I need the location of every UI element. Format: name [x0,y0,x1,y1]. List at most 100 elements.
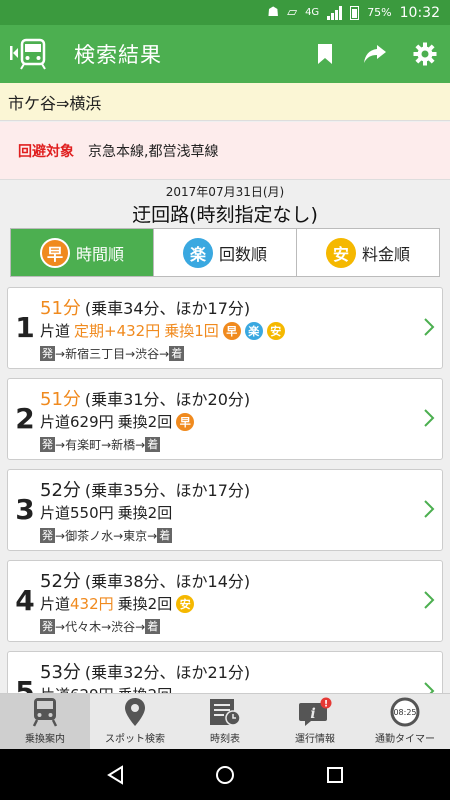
fast-badge-icon: 早 [176,412,195,431]
fare-prefix: 片道 [40,504,71,522]
nav-transfer-guide[interactable]: 乗換案内 [0,694,90,749]
chevron-right-icon [424,500,435,518]
time-detail: (乗車34分、ほか17分) [84,299,251,318]
back-icon[interactable] [106,764,124,785]
result-card[interactable]: 2 51分 (乗車31分、ほか20分) 片道 629円 乗換2回 早 発 → 有楽町 → 新… [7,378,443,460]
result-card[interactable]: 3 52分 (乗車35分、ほか17分) 片道 550円 乗換2回 発 → 御茶ノ水 → 東京… [7,469,443,551]
clock: 10:32 [399,4,440,21]
via-station: 渋谷 [135,347,160,361]
search-date: 2017年07月31日(月) [165,185,285,199]
transfers: 乗換2回 [117,595,173,613]
fast-badge-icon: 早 [39,237,70,268]
tab-sort-transfers[interactable]: 楽 回数順 [154,229,297,276]
timer-value: 08:25 [393,707,417,717]
transfers: 乗換2回 [118,684,173,693]
result-card[interactable]: 4 52分 (乗車38分、ほか14分) 片道 432円 乗換2回 安 発 → 代々木 → 渋… [7,560,443,642]
via-station: 新橋 [111,438,136,452]
status-bar: ☗ ▱ 4G 75% 10:32 [0,0,450,25]
arrive-tag: 着 [169,346,185,361]
transfers: 乗換1回 [164,322,219,340]
fare: 432円 [70,595,114,613]
network-type: 4G [305,7,320,18]
easy-badge-icon: 楽 [182,237,213,268]
avoid-label: 回避対象 [18,143,74,160]
timer-icon: 08:25 [388,696,422,728]
chevron-right-icon [424,682,435,693]
nav-commute-timer[interactable]: 08:25 通勤タイマー [360,694,450,749]
result-card[interactable]: 1 51分 (乗車34分、ほか17分) 片道 定期+432円 乗換1回 早 楽 安… [7,287,443,369]
nav-label: 運行情報 [295,734,335,745]
transfers: 乗換2回 [117,504,173,522]
notification-icon: ☗ [267,5,280,20]
depart-tag: 発 [40,437,55,452]
back-train-icon[interactable] [0,25,60,83]
via-station: 渋谷 [111,620,136,634]
fare: 629円 [70,413,114,431]
total-minutes: 52分 [40,480,81,501]
total-minutes: 52分 [40,571,81,592]
timetable-icon [209,696,241,728]
result-rank: 3 [15,493,35,526]
fare-prefix: 片道 [40,413,71,431]
depart-tag: 発 [40,528,55,543]
tab-label: 料金順 [361,244,410,264]
chevron-right-icon [424,409,435,427]
fare: 定期+432円 [74,322,161,340]
service-info-icon: i! [297,696,333,728]
svg-text:!: ! [324,700,328,710]
transfers: 乗換2回 [117,413,173,431]
nav-timetable[interactable]: 時刻表 [180,694,270,749]
recents-icon[interactable] [326,766,344,784]
results-list: 1 51分 (乗車34分、ほか17分) 片道 定期+432円 乗換1回 早 楽 安… [0,287,450,693]
bottom-nav: 乗換案内 スポット検索 時刻表 i! 運行情報 08:25 通勤タイマー [0,693,450,749]
share-icon[interactable] [350,25,400,83]
arrive-tag: 着 [145,437,161,452]
avoid-lines: 回避対象 京急本線,都営浅草線 [0,122,450,180]
bookmark-icon[interactable] [300,25,350,83]
route-header: 市ケ谷⇒横浜 [0,83,450,121]
tab-label: 回数順 [218,244,267,264]
arrive-tag: 着 [145,619,161,634]
arrive-tag: 着 [157,528,173,543]
nav-service-info[interactable]: i! 運行情報 [270,694,360,749]
fare-prefix: 片道 [40,595,71,613]
signal-icon [327,5,343,20]
depart-tag: 発 [40,619,55,634]
nav-label: スポット検索 [105,734,165,745]
battery-level: 75% [367,6,392,19]
fast-badge-icon: 早 [222,321,241,340]
tab-sort-time[interactable]: 早 時間順 [11,229,154,276]
nav-label: 通勤タイマー [375,734,435,745]
cheap-badge-icon: 安 [266,321,285,340]
home-icon[interactable] [215,765,235,785]
cheap-badge-icon: 安 [325,237,356,268]
fare-prefix: 片道 [40,322,71,340]
time-detail: (乗車32分、ほか21分) [84,663,251,682]
nav-label: 乗換案内 [25,734,65,745]
time-detail: (乗車35分、ほか17分) [84,481,251,500]
via-station: 代々木 [65,620,102,634]
result-card[interactable]: 5 53分(乗車32分、ほか21分) 片道629円 乗換2回 [7,651,443,693]
via-station: 御茶ノ水 [65,529,114,543]
result-rank: 5 [15,675,35,693]
page-title: 検索結果 [74,43,162,67]
via-station: 有楽町 [65,438,102,452]
via-station: 東京 [123,529,148,543]
total-minutes: 53分 [40,662,81,683]
total-minutes: 51分 [40,298,81,319]
cheap-badge-icon: 安 [176,594,195,613]
result-rank: 1 [15,311,35,344]
fare-prefix: 片道 [40,684,70,693]
depart-tag: 発 [40,346,55,361]
chevron-right-icon [424,591,435,609]
fare: 550円 [70,504,114,522]
result-rank: 4 [15,584,35,617]
tab-sort-fare[interactable]: 安 料金順 [297,229,439,276]
easy-badge-icon: 楽 [244,321,263,340]
battery-icon [350,5,360,20]
nav-spot-search[interactable]: スポット検索 [90,694,180,749]
system-nav-bar [0,749,450,800]
svg-text:i: i [310,706,315,722]
settings-gear-icon[interactable] [400,25,450,83]
time-detail: (乗車31分、ほか20分) [84,390,251,409]
